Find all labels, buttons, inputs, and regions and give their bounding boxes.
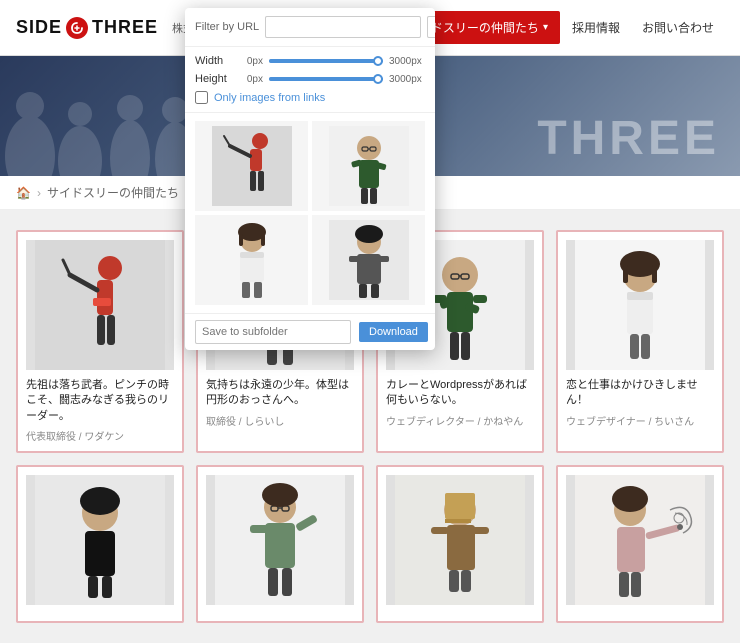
width-slider-row: Width 0px 3000px <box>195 55 425 67</box>
popup-image-grid <box>185 113 435 313</box>
card-subtitle-1: 代表取締役 / ワダケン <box>26 428 174 443</box>
width-max-val: 3000px <box>389 56 425 67</box>
breadcrumb-sep1: › <box>37 186 41 200</box>
hero-bg-text: THREE <box>537 111 720 166</box>
popup-img-2[interactable] <box>312 121 425 211</box>
card-title-3: カレーとWordpressがあれば何もいらない。 <box>386 378 534 409</box>
breadcrumb-item1[interactable]: サイドスリーの仲間たち <box>47 184 179 201</box>
logo-icon <box>66 17 88 39</box>
member-img-4 <box>566 240 714 370</box>
height-min-val: 0px <box>239 74 263 85</box>
member-card-8[interactable] <box>556 465 724 623</box>
popup-img-1[interactable] <box>195 121 308 211</box>
nav-item-contact[interactable]: お問い合わせ <box>632 11 724 44</box>
card-title-2: 気持ちは永遠の少年。体型は円形のおっさんへ。 <box>206 378 354 409</box>
member-img-6 <box>206 475 354 605</box>
width-slider-track[interactable] <box>269 59 383 63</box>
card-title-1: 先祖は落ち武者。ピンチの時こそ、闘志みなぎる我らのリーダー。 <box>26 378 174 424</box>
member-card-4[interactable]: 恋と仕事はかけひきしません！ ウェブデザイナー / ちいさん <box>556 230 724 453</box>
image-downloader-popup: Filter by URL Text Image Video ✕ ⚙ Width… <box>185 8 435 350</box>
member-card-6[interactable] <box>196 465 364 623</box>
only-from-links-checkbox[interactable] <box>195 91 208 104</box>
member-card-7[interactable] <box>376 465 544 623</box>
height-slider-track[interactable] <box>269 77 383 81</box>
member-img-8 <box>566 475 714 605</box>
height-label: Height <box>195 73 233 85</box>
height-slider-row: Height 0px 3000px <box>195 73 425 85</box>
breadcrumb-home[interactable]: 🏠 <box>16 186 31 200</box>
member-card-5[interactable] <box>16 465 184 623</box>
popup-url-input[interactable] <box>265 16 421 38</box>
popup-folder-input[interactable] <box>195 320 351 344</box>
popup-download-button[interactable]: Download <box>359 322 428 342</box>
popup-controls: Width 0px 3000px Height 0px 3000px Only … <box>185 47 435 113</box>
member-card-1[interactable]: 先祖は落ち武者。ピンチの時こそ、闘志みなぎる我らのリーダー。 代表取締役 / ワ… <box>16 230 184 453</box>
popup-filter-label: Filter by URL <box>195 21 259 33</box>
card-subtitle-2: 取締役 / しらいし <box>206 413 354 428</box>
only-from-links-label[interactable]: Only images from links <box>214 92 325 104</box>
logo-text: SIDE THREE <box>16 17 158 39</box>
logo-side: SIDE <box>16 17 62 38</box>
logo-three: THREE <box>92 17 158 38</box>
popup-img-4[interactable] <box>312 215 425 305</box>
member-img-7 <box>386 475 534 605</box>
popup-type-select[interactable]: Text Image Video <box>427 16 435 38</box>
card-title-4: 恋と仕事はかけひきしません！ <box>566 378 714 409</box>
height-max-val: 3000px <box>389 74 425 85</box>
card-subtitle-4: ウェブデザイナー / ちいさん <box>566 413 714 428</box>
only-from-links-row: Only images from links <box>195 91 425 104</box>
width-min-val: 0px <box>239 56 263 67</box>
popup-footer: Download <box>185 313 435 350</box>
member-img-1 <box>26 240 174 370</box>
members-grid-row2 <box>16 465 724 623</box>
member-img-5 <box>26 475 174 605</box>
nav-item-recruit[interactable]: 採用情報 <box>562 11 630 44</box>
popup-header: Filter by URL Text Image Video ✕ ⚙ <box>185 8 435 47</box>
width-label: Width <box>195 55 233 67</box>
popup-img-3[interactable] <box>195 215 308 305</box>
card-subtitle-3: ウェブディレクター / かねやん <box>386 413 534 428</box>
